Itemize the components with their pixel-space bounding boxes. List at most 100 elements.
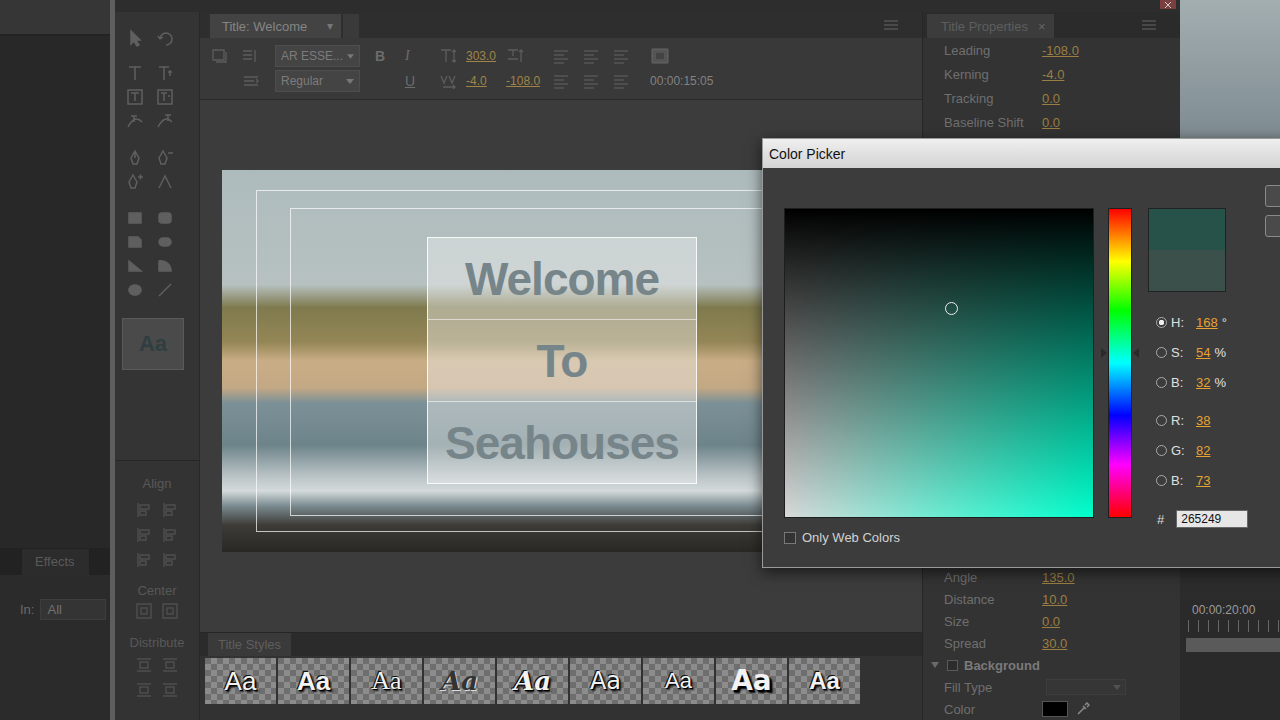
channel-value[interactable]: 82 — [1196, 443, 1210, 458]
align-button[interactable] — [135, 526, 153, 544]
align-button[interactable] — [135, 501, 153, 519]
leading-value[interactable]: -108.0 — [506, 74, 540, 88]
align-button[interactable] — [161, 551, 179, 569]
dialog-title-bar[interactable]: Color Picker — [763, 139, 1280, 168]
show-video-button[interactable] — [650, 47, 713, 65]
tool-button[interactable] — [120, 170, 150, 194]
tool-button[interactable] — [150, 206, 180, 230]
tool-button[interactable] — [150, 109, 180, 133]
dialog-button[interactable] — [1265, 185, 1280, 207]
channel-radio[interactable] — [1156, 445, 1167, 456]
hue-pointer-icon[interactable] — [1101, 348, 1107, 358]
title-tab-menu[interactable]: ▾ — [327, 19, 333, 33]
background-timecode[interactable]: 00:00:15:05 — [650, 74, 713, 88]
font-style-dropdown[interactable]: Regular — [275, 70, 360, 92]
properties-close-button[interactable]: × — [1038, 19, 1046, 34]
style-swatch[interactable]: Aa — [424, 658, 495, 704]
eyedropper-icon[interactable] — [1076, 702, 1090, 716]
style-swatch[interactable]: Aa — [205, 658, 276, 704]
align-button[interactable] — [161, 526, 179, 544]
property-value[interactable]: -108.0 — [1042, 43, 1079, 58]
center-button[interactable] — [161, 602, 179, 620]
style-swatch[interactable]: Aa — [716, 658, 787, 704]
channel-value[interactable]: 32 — [1196, 375, 1210, 390]
tool-button[interactable] — [150, 170, 180, 194]
tool-button[interactable] — [120, 109, 150, 133]
channel-value[interactable]: 168 — [1196, 315, 1218, 330]
font-size-value[interactable]: 303.0 — [466, 49, 496, 63]
color-marker[interactable] — [945, 302, 958, 315]
text-align-button[interactable] — [612, 73, 642, 89]
tool-button[interactable] — [120, 278, 150, 302]
dialog-button[interactable] — [1265, 215, 1280, 237]
tool-button[interactable] — [150, 61, 180, 85]
roll-crawl-button[interactable] — [212, 48, 242, 64]
align-button[interactable] — [135, 551, 153, 569]
channel-radio[interactable] — [1156, 377, 1167, 388]
channel-value[interactable]: 38 — [1196, 413, 1210, 428]
underline-button[interactable]: U — [402, 73, 432, 89]
style-swatch[interactable]: Aa — [497, 658, 568, 704]
style-swatch[interactable]: Aa — [643, 658, 714, 704]
text-align-button[interactable] — [552, 48, 582, 64]
property-value[interactable]: 30.0 — [1042, 636, 1067, 651]
distribute-button[interactable] — [135, 656, 153, 674]
tool-button[interactable] — [150, 146, 180, 170]
hue-pointer-icon[interactable] — [1133, 348, 1139, 358]
font-family-dropdown[interactable]: AR ESSE... — [275, 45, 360, 67]
tool-button[interactable] — [120, 230, 150, 254]
hex-input[interactable]: 265249 — [1176, 510, 1248, 528]
effects-tab[interactable]: Effects — [22, 549, 89, 575]
style-swatch[interactable]: Aa — [278, 658, 349, 704]
original-color[interactable] — [1149, 250, 1225, 291]
color-swatch[interactable] — [1042, 701, 1068, 717]
center-button[interactable] — [135, 602, 153, 620]
panel-menu-button[interactable] — [884, 20, 922, 38]
tool-button[interactable] — [150, 230, 180, 254]
property-value[interactable]: 0.0 — [1042, 91, 1060, 106]
kerning-value[interactable]: -4.0 — [466, 74, 496, 88]
tool-button[interactable] — [150, 85, 180, 109]
tool-button[interactable] — [120, 61, 150, 85]
property-value[interactable]: 10.0 — [1042, 592, 1067, 607]
channel-radio[interactable] — [1156, 347, 1167, 358]
filter-dropdown[interactable]: All — [40, 599, 106, 620]
properties-tab[interactable]: Title Properties× — [927, 14, 1054, 38]
style-swatch[interactable]: Aa — [570, 658, 641, 704]
channel-radio[interactable] — [1156, 317, 1167, 328]
text-align-button[interactable] — [552, 73, 582, 89]
tool-button[interactable] — [150, 254, 180, 278]
color-field[interactable] — [784, 208, 1094, 518]
tool-button[interactable] — [150, 26, 180, 50]
text-align-button[interactable] — [582, 48, 612, 64]
tool-button[interactable] — [120, 146, 150, 170]
style-swatch[interactable]: Aa — [351, 658, 422, 704]
tool-button[interactable] — [120, 26, 150, 50]
tool-button[interactable] — [120, 206, 150, 230]
distribute-button[interactable] — [135, 681, 153, 699]
italic-button[interactable]: I — [402, 48, 432, 64]
text-align-button[interactable] — [582, 73, 612, 89]
align-button[interactable] — [161, 501, 179, 519]
close-button[interactable] — [1160, 0, 1176, 9]
tab-stops-button[interactable] — [242, 73, 272, 89]
title-tab[interactable]: Title: Welcome▾ — [210, 14, 341, 38]
tool-button[interactable] — [150, 278, 180, 302]
styles-tab[interactable]: Title Styles — [208, 633, 291, 656]
property-value[interactable]: 0.0 — [1042, 115, 1060, 130]
style-swatch[interactable]: Aa — [789, 658, 860, 704]
distribute-button[interactable] — [161, 656, 179, 674]
property-dropdown[interactable] — [1046, 679, 1126, 695]
template-button[interactable] — [242, 48, 272, 64]
property-value[interactable]: -4.0 — [1042, 67, 1064, 82]
channel-radio[interactable] — [1156, 415, 1167, 426]
tool-button[interactable] — [120, 85, 150, 109]
hue-slider[interactable] — [1108, 208, 1132, 518]
distribute-button[interactable] — [161, 681, 179, 699]
section-checkbox[interactable] — [947, 660, 958, 671]
title-text-box[interactable]: WelcomeToSeahouses — [427, 237, 697, 484]
bold-button[interactable]: B — [372, 48, 402, 64]
panel-menu-button[interactable] — [1142, 20, 1180, 38]
property-value[interactable]: 135.0 — [1042, 570, 1075, 585]
channel-value[interactable]: 54 — [1196, 345, 1210, 360]
